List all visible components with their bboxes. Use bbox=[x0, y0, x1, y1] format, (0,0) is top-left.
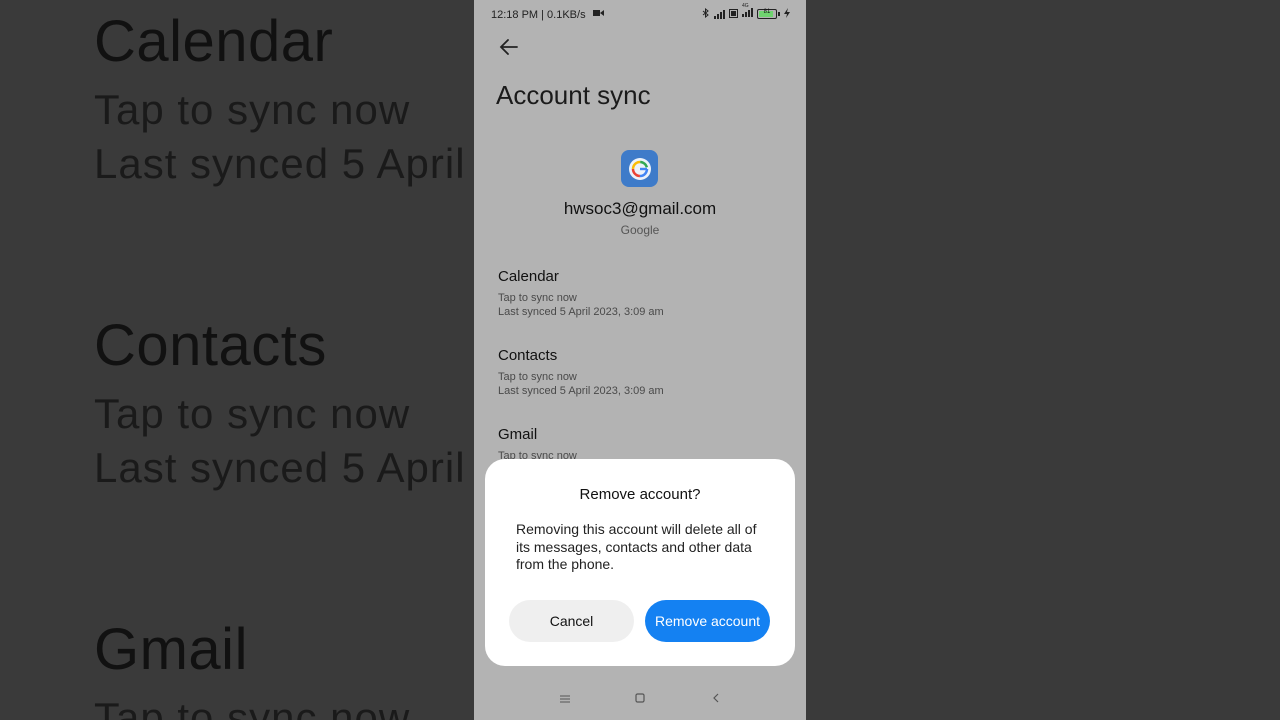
bg-contacts-action: Tap to sync now bbox=[94, 390, 411, 437]
navigation-bar bbox=[474, 684, 806, 714]
status-time: 12:18 PM | 0.1KB/s bbox=[491, 9, 586, 21]
background-zoom-text: Calendar Tap to sync now Last synced 5 A… bbox=[94, 0, 474, 720]
sync-item-last-synced: Last synced 5 April 2023, 3:09 am bbox=[498, 306, 664, 318]
back-nav-icon[interactable] bbox=[712, 692, 720, 706]
bg-calendar-last-synced: Last synced 5 April bbox=[94, 140, 466, 187]
video-camera-icon bbox=[593, 9, 604, 19]
battery-level: 81 bbox=[763, 9, 771, 15]
page-title: Account sync bbox=[496, 80, 651, 110]
bg-contacts-last-synced: Last synced 5 April bbox=[94, 444, 466, 491]
signal-strength-icon-2 bbox=[742, 8, 753, 17]
bg-gmail-action: Tap to sync now bbox=[94, 694, 411, 720]
dialog-title: Remove account? bbox=[579, 486, 701, 503]
remove-account-dialog: Remove account? Removing this account wi… bbox=[485, 459, 795, 666]
remove-account-button[interactable]: Remove account bbox=[645, 600, 770, 642]
sync-item-gmail[interactable]: Gmail Tap to sync now bbox=[498, 426, 788, 463]
bg-calendar-action: Tap to sync now bbox=[94, 86, 411, 133]
background-right-panel bbox=[806, 0, 1280, 720]
home-icon[interactable] bbox=[635, 692, 645, 706]
network-4g-indicator: 4G bbox=[742, 3, 753, 20]
signal-strength-icon bbox=[714, 9, 725, 19]
account-provider: Google bbox=[620, 223, 660, 237]
google-account-icon bbox=[621, 150, 658, 187]
sync-item-action: Tap to sync now bbox=[498, 371, 577, 383]
sync-item-contacts[interactable]: Contacts Tap to sync now Last synced 5 A… bbox=[498, 347, 788, 398]
battery-icon: 81 bbox=[757, 9, 780, 19]
status-icons: 4G 81 bbox=[702, 3, 790, 20]
sync-item-label: Gmail bbox=[498, 426, 538, 443]
sync-item-label: Contacts bbox=[498, 347, 558, 364]
hd-icon bbox=[729, 8, 738, 20]
cancel-button[interactable]: Cancel bbox=[509, 600, 634, 642]
sync-item-last-synced: Last synced 5 April 2023, 3:09 am bbox=[498, 385, 664, 397]
bg-gmail-title: Gmail bbox=[94, 617, 248, 682]
bg-contacts-title: Contacts bbox=[94, 313, 327, 378]
menu-icon[interactable] bbox=[560, 692, 570, 706]
dialog-message: Removing this account will delete all of… bbox=[516, 521, 757, 572]
network-type-label: 4G bbox=[742, 3, 749, 9]
account-email: hwsoc3@gmail.com bbox=[563, 199, 717, 218]
charging-icon bbox=[784, 8, 790, 20]
sync-item-calendar[interactable]: Calendar Tap to sync now Last synced 5 A… bbox=[498, 268, 788, 319]
back-arrow-icon[interactable] bbox=[498, 36, 520, 58]
status-bar: 12:18 PM | 0.1KB/s 4G 81 bbox=[474, 0, 806, 30]
bg-calendar-title: Calendar bbox=[94, 9, 334, 74]
bluetooth-icon bbox=[702, 7, 710, 20]
sync-item-action: Tap to sync now bbox=[498, 292, 577, 304]
sync-item-label: Calendar bbox=[498, 268, 559, 285]
